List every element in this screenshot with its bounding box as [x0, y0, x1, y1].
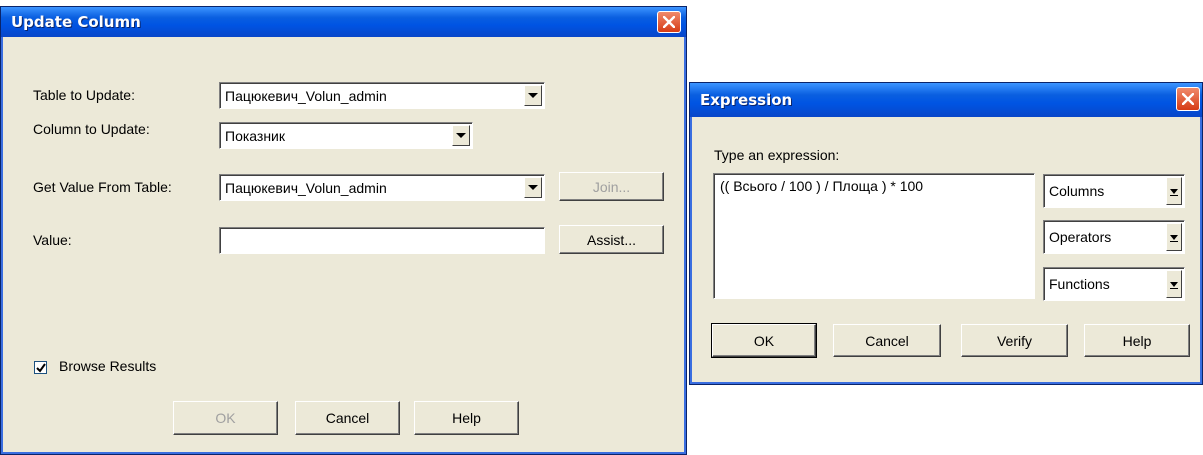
expression-cancel-button[interactable]: Cancel — [833, 324, 941, 357]
join-button[interactable]: Join... — [559, 172, 664, 201]
expression-textarea[interactable]: (( Всього / 100 ) / Площа ) * 100 — [713, 173, 1035, 299]
columns-dropdown[interactable]: Columns — [1043, 174, 1185, 208]
browse-results-label: Browse Results — [59, 358, 157, 374]
assist-button[interactable]: Assist... — [559, 225, 664, 254]
chevron-down-icon[interactable] — [1166, 177, 1182, 205]
operators-label: Operators — [1049, 229, 1112, 245]
expression-prompt-label: Type an expression: — [714, 147, 840, 163]
ok-button[interactable]: OK — [173, 401, 278, 435]
chevron-down-icon[interactable] — [1166, 223, 1182, 251]
chevron-down-icon[interactable] — [524, 177, 542, 198]
expression-titlebar[interactable]: Expression — [690, 83, 1202, 117]
operators-dropdown[interactable]: Operators — [1043, 220, 1185, 254]
column-to-update-label: Column to Update: — [33, 121, 150, 137]
column-to-update-value: Показник — [225, 127, 286, 144]
expression-dialog: Expression Type an expression: (( Всього… — [689, 82, 1203, 385]
get-value-from-table-select[interactable]: Пацюкевич_Volun_admin — [219, 174, 545, 201]
columns-label: Columns — [1049, 183, 1105, 199]
close-icon — [663, 16, 675, 28]
chevron-down-icon[interactable] — [1166, 270, 1182, 298]
functions-dropdown[interactable]: Functions — [1043, 267, 1185, 301]
expression-help-button[interactable]: Help — [1084, 324, 1190, 357]
table-to-update-value: Пацюкевич_Volun_admin — [225, 87, 387, 104]
update-column-dialog: Update Column Table to Update: Пацюкевич… — [0, 6, 687, 455]
expression-title: Expression — [700, 91, 793, 109]
close-icon — [1182, 93, 1194, 105]
get-value-from-table-value: Пацюкевич_Volun_admin — [225, 179, 387, 196]
update-column-close-button[interactable] — [657, 11, 681, 33]
column-to-update-select[interactable]: Показник — [219, 122, 473, 149]
checkmark-icon — [35, 362, 46, 373]
expression-close-button[interactable] — [1176, 87, 1200, 111]
help-button[interactable]: Help — [414, 401, 519, 435]
browse-results-checkbox[interactable] — [34, 361, 47, 374]
functions-label: Functions — [1049, 276, 1110, 292]
chevron-down-icon[interactable] — [524, 85, 542, 106]
update-column-titlebar[interactable]: Update Column — [1, 7, 686, 37]
cancel-button[interactable]: Cancel — [295, 401, 400, 435]
chevron-down-icon[interactable] — [452, 125, 470, 146]
table-to-update-select[interactable]: Пацюкевич_Volun_admin — [219, 82, 545, 109]
get-value-from-table-label: Get Value From Table: — [33, 179, 172, 195]
update-column-title: Update Column — [11, 13, 141, 31]
value-label: Value: — [33, 232, 72, 248]
expression-ok-button[interactable]: OK — [711, 323, 817, 358]
verify-button[interactable]: Verify — [961, 324, 1068, 357]
value-input[interactable] — [219, 227, 545, 254]
table-to-update-label: Table to Update: — [33, 87, 135, 103]
